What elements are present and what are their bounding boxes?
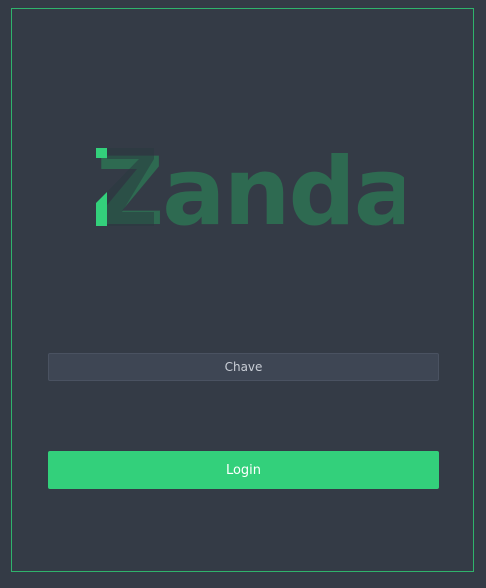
zanda-logo-graphic: Zanda xyxy=(96,140,404,240)
logo-accent-top xyxy=(96,148,107,158)
login-button[interactable]: Login xyxy=(48,451,439,489)
zanda-logo: Zanda xyxy=(84,140,404,240)
key-input[interactable] xyxy=(48,353,439,381)
